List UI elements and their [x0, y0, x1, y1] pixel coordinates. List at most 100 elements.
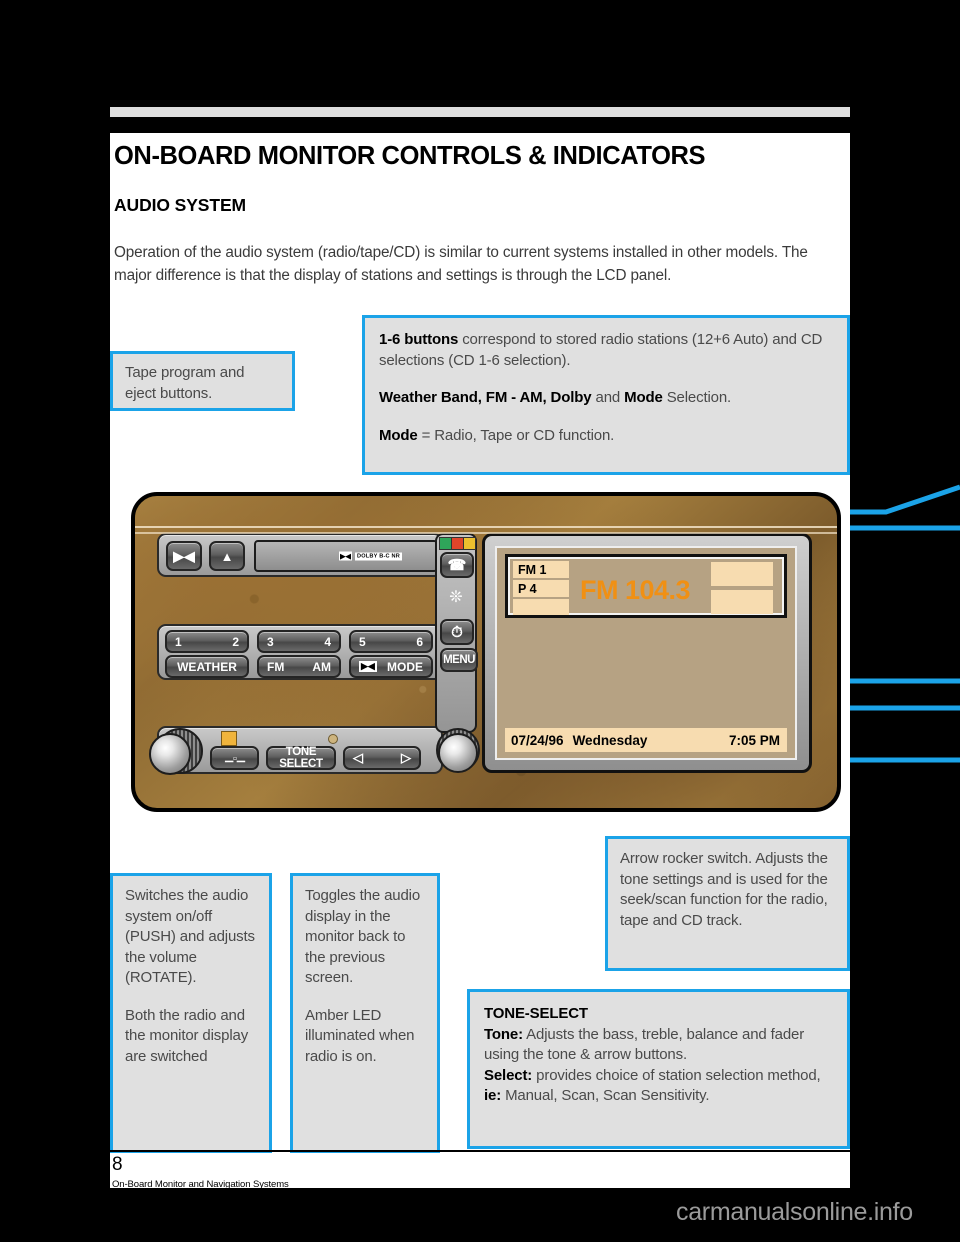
- tone-select-tone-rest: Adjusts the bass, treble, balance and fa…: [484, 1025, 805, 1064]
- arrow-right-icon: ▷: [401, 750, 411, 765]
- dolby-icon: ▶◀: [338, 551, 352, 561]
- preset-5-label: 5: [359, 634, 366, 649]
- lcd-status-date: 07/24/96: [511, 732, 564, 748]
- arrow-rocker-callout: Arrow rocker switch. Adjusts the tone se…: [605, 836, 850, 971]
- amber-led: [221, 731, 237, 746]
- volume-callout-p1: Switches the audio system on/off (PUSH) …: [125, 887, 255, 986]
- phone-icon: ☎: [447, 557, 467, 574]
- display-toggle-button[interactable]: ⚊▫⚊: [210, 746, 259, 770]
- lcd-preset-tag: P 4: [513, 580, 569, 597]
- tape-callout-line-2: eject buttons.: [125, 384, 213, 402]
- buttons-callout-p2-mid: and: [591, 389, 625, 406]
- preset-2-label: 2: [232, 634, 239, 649]
- lcd-screen: FM 1 P 4 FM 104.3 07/24/96 Wednesday 7:0…: [495, 546, 797, 760]
- display-toggle-icon: ⚊▫⚊: [224, 752, 246, 765]
- fm-label: FM: [267, 659, 285, 674]
- reset-pin-hole[interactable]: [328, 734, 338, 744]
- side-button-column: ☎ ❊ ⏱ MENU: [435, 533, 478, 733]
- buttons-callout-p1-bold: 1-6 buttons: [379, 331, 459, 348]
- preset-4-label: 4: [324, 634, 331, 649]
- lcd-right-block-top: [711, 562, 773, 586]
- buttons-callout-p3-rest: = Radio, Tape or CD function.: [417, 426, 615, 444]
- preset-button-1-2[interactable]: 1 2: [165, 630, 249, 653]
- display-toggle-callout: Toggles the audio display in the monitor…: [290, 873, 440, 1153]
- menu-label: MENU: [443, 654, 475, 666]
- fan-icon: ❊: [449, 589, 463, 606]
- volume-knob-callout: Switches the audio system on/off (PUSH) …: [110, 873, 272, 1153]
- radio-faceplate: ▶◀ ▲ ▶◀ DOLBY B-C NR 1 2 3 4 5 6 WEATHER…: [131, 492, 841, 812]
- buttons-callout-p2: Weather Band, FM - AM, Dolby and Mode Se…: [379, 388, 833, 409]
- tape-program-button[interactable]: ▶◀: [166, 541, 202, 571]
- tone-select-label: TONE SELECT: [279, 746, 323, 770]
- watermark: carmanualsonline.info: [676, 1198, 913, 1226]
- phone-button[interactable]: ☎: [440, 552, 474, 578]
- lcd-status-bar: 07/24/96 Wednesday 7:05 PM: [505, 728, 787, 752]
- clock-button[interactable]: ⏱: [440, 619, 474, 645]
- top-gray-bar: [110, 107, 850, 117]
- clock-icon: ⏱: [451, 623, 463, 641]
- preset-button-5-6[interactable]: 5 6: [349, 630, 433, 653]
- monitor-knob[interactable]: [438, 733, 478, 773]
- page-title: ON-BOARD MONITOR CONTROLS & INDICATORS: [114, 142, 706, 170]
- weather-label: WEATHER: [177, 659, 237, 674]
- toggle-callout-p1: Toggles the audio display in the monitor…: [305, 887, 421, 986]
- buttons-callout-p2-bold-b: Mode: [624, 389, 663, 406]
- preset-3-label: 3: [267, 634, 274, 649]
- tone-select-select-bold: Select:: [484, 1066, 533, 1084]
- lcd-blank-tag: [513, 599, 569, 615]
- preset-button-3-4[interactable]: 3 4: [257, 630, 341, 653]
- volume-knob[interactable]: [149, 733, 191, 775]
- section-heading: AUDIO SYSTEM: [114, 195, 247, 215]
- lcd-bezel: FM 1 P 4 FM 104.3 07/24/96 Wednesday 7:0…: [482, 533, 812, 773]
- arrow-rocker-switch[interactable]: ◁ ▷: [343, 746, 421, 770]
- eject-icon: ▲: [220, 548, 234, 564]
- tone-select-tone-bold: Tone:: [484, 1025, 523, 1043]
- lcd-band-tag: FM 1: [513, 561, 569, 578]
- tape-row-panel: ▶◀ ▲ ▶◀ DOLBY B-C NR: [157, 533, 443, 577]
- footer-label: On-Board Monitor and Navigation Systems: [112, 1179, 289, 1190]
- tape-program-callout: Tape program and eject buttons.: [110, 351, 295, 411]
- tone-select-ie-rest: Manual, Scan, Scan Sensitivity.: [501, 1087, 710, 1104]
- lcd-right-block-bottom: [711, 590, 773, 614]
- buttons-callout-p3: Mode = Radio, Tape or CD function.: [379, 426, 833, 447]
- arrow-left-icon: ◁: [353, 750, 363, 765]
- menu-button[interactable]: MENU: [440, 648, 478, 672]
- buttons-callout-p1: 1-6 buttons correspond to stored radio s…: [379, 330, 833, 371]
- fm-am-button[interactable]: FM AM: [257, 655, 341, 678]
- tone-select-select-rest: provides choice of station selection met…: [532, 1066, 821, 1084]
- volume-callout-p2: Both the radio and the monitor display a…: [125, 1006, 249, 1065]
- radio-head-unit-illustration: ▶◀ ▲ ▶◀ DOLBY B-C NR 1 2 3 4 5 6 WEATHER…: [131, 492, 841, 812]
- preset-6-label: 6: [416, 634, 423, 649]
- tone-select-title-text: TONE-SELECT: [484, 1005, 588, 1022]
- tape-program-icon: ▶◀: [173, 547, 195, 564]
- tone-select-tone-line: Tone: Adjusts the bass, treble, balance …: [484, 1025, 835, 1066]
- preset-1-label: 1: [175, 634, 182, 649]
- buttons-callout-p2-rest: Selection.: [662, 389, 732, 406]
- dolby-mode-button[interactable]: ▶◀ MODE: [349, 655, 433, 678]
- lcd-status-time: 7:05 PM: [728, 732, 780, 748]
- intro-paragraph: Operation of the audio system (radio/tap…: [114, 244, 808, 284]
- buttons-callout-p3-bold: Mode: [379, 426, 418, 444]
- buttons-callout: 1-6 buttons correspond to stored radio s…: [362, 315, 850, 475]
- mode-label: MODE: [387, 659, 423, 674]
- tone-select-ie-bold: ie:: [484, 1087, 502, 1104]
- cassette-slot[interactable]: ▶◀ DOLBY B-C NR: [254, 540, 438, 572]
- lcd-frequency: FM 104.3: [580, 575, 691, 605]
- eject-button[interactable]: ▲: [209, 541, 245, 571]
- tone-select-button[interactable]: TONE SELECT: [266, 746, 336, 770]
- preset-panel: 1 2 3 4 5 6 WEATHER FM AM ▶◀ MODE: [157, 624, 443, 680]
- arrow-callout-text: Arrow rocker switch. Adjusts the tone se…: [620, 850, 828, 929]
- tone-select-title: TONE-SELECT: [484, 1004, 835, 1025]
- am-label: AM: [312, 659, 331, 674]
- page-number: 8: [112, 1154, 123, 1175]
- buttons-callout-p2-bold-a: Weather Band, FM - AM, Dolby: [379, 389, 592, 406]
- dolby-text: DOLBY B-C NR: [354, 552, 402, 560]
- toggle-callout-p2: Amber LED illuminated when radio is on.: [305, 1006, 415, 1065]
- weather-button[interactable]: WEATHER: [165, 655, 249, 678]
- dolby-icon-small: ▶◀: [359, 661, 377, 672]
- tape-callout-line-1: Tape program and: [125, 364, 245, 381]
- tone-select-callout: TONE-SELECT Tone: Adjusts the bass, treb…: [467, 989, 850, 1149]
- status-square-amber: [463, 537, 476, 550]
- dolby-label-group: ▶◀ DOLBY B-C NR: [338, 551, 402, 561]
- tone-select-select-line: Select: provides choice of station selec…: [484, 1066, 835, 1107]
